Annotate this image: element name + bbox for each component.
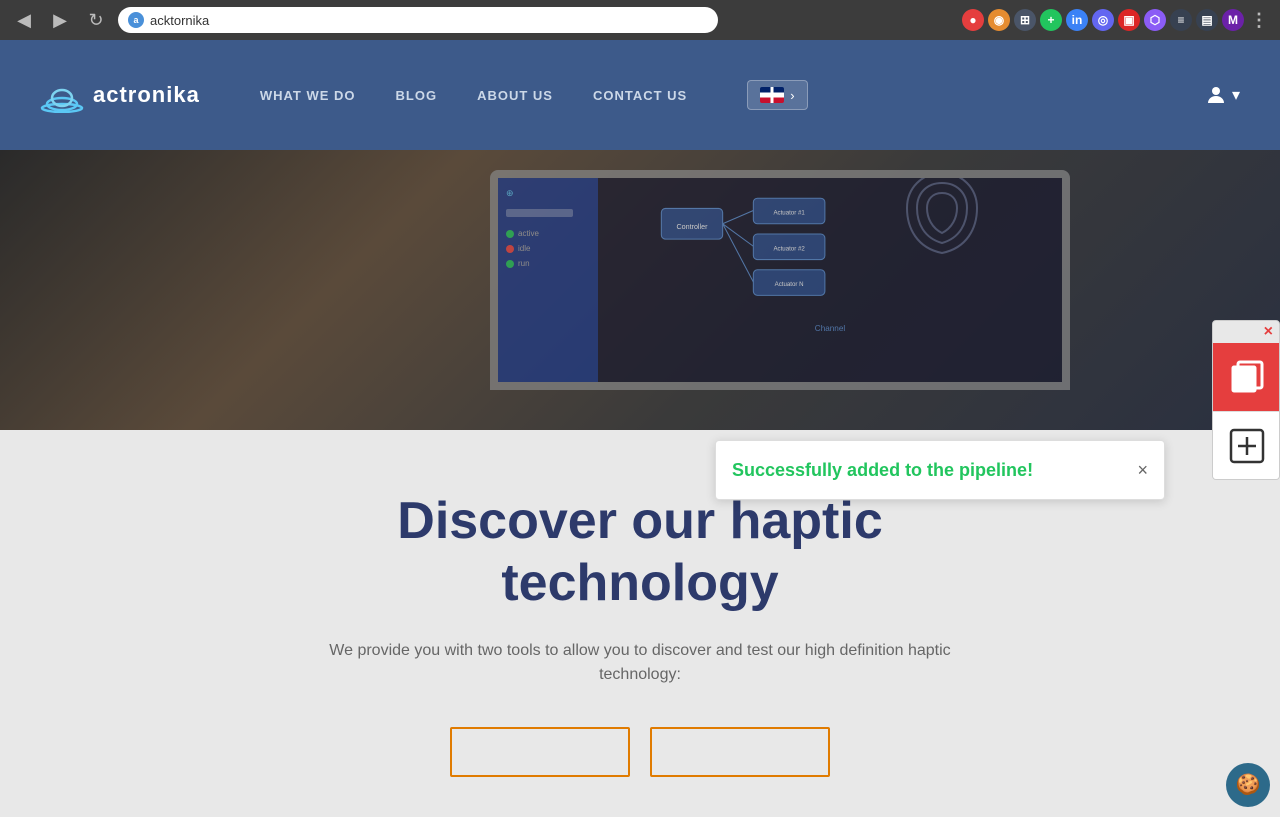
forward-button[interactable]: ▶ xyxy=(46,6,74,34)
user-chevron: ▾ xyxy=(1232,85,1240,105)
svg-text:Actuator #2: Actuator #2 xyxy=(773,245,805,252)
browser-chrome: ◀ ▶ ↻ a acktornika ● ◉ ⊞ + in ◎ ▣ ⬡ ≡ ▤ … xyxy=(0,0,1280,40)
url-text: acktornika xyxy=(150,13,209,28)
svg-text:Channel: Channel xyxy=(815,324,846,333)
ext-icon-red[interactable]: ● xyxy=(962,9,984,31)
laptop-screen: ⊕ active idle run Controller Actuator #1 xyxy=(490,170,1070,390)
cookie-icon: 🍪 xyxy=(1236,772,1261,797)
screen-sidebar: ⊕ active idle run xyxy=(498,178,598,382)
toast-close-button[interactable]: × xyxy=(1137,460,1148,481)
site-nav-links: WHAT WE DO BLOG ABOUT US CONTACT US › xyxy=(260,80,808,110)
toast-notification: Successfully added to the pipeline! × xyxy=(715,440,1165,500)
back-button[interactable]: ◀ xyxy=(10,6,38,34)
heading-line1: Discover our haptic xyxy=(397,492,882,550)
cta-button-2[interactable] xyxy=(650,727,830,777)
widget-close-bar: × xyxy=(1213,321,1279,343)
cookie-button[interactable]: 🍪 xyxy=(1226,763,1270,807)
favicon: a xyxy=(128,12,144,28)
content-section: Successfully added to the pipeline! × × xyxy=(0,430,1280,817)
svg-text:Actuator N: Actuator N xyxy=(775,281,804,288)
logo-text: actronika xyxy=(93,82,200,108)
ext-icon-violet[interactable]: ⬡ xyxy=(1144,9,1166,31)
laptop-mockup: ⊕ active idle run Controller Actuator #1 xyxy=(430,170,1130,430)
widget-close-button[interactable]: × xyxy=(1264,323,1273,341)
site-navbar: actronika WHAT WE DO BLOG ABOUT US CONTA… xyxy=(0,40,1280,150)
ext-icon-dark[interactable]: ⊞ xyxy=(1014,9,1036,31)
nav-contact-us[interactable]: CONTACT US xyxy=(593,88,687,103)
ext-icon-purple[interactable]: ◎ xyxy=(1092,9,1114,31)
svg-text:Actuator #1: Actuator #1 xyxy=(773,210,805,217)
svg-text:Controller: Controller xyxy=(677,223,709,231)
ext-icon-green[interactable]: + xyxy=(1040,9,1062,31)
refresh-button[interactable]: ↻ xyxy=(82,6,110,34)
main-heading: Discover our haptic technology xyxy=(40,490,1240,615)
cta-button-1[interactable] xyxy=(450,727,630,777)
nav-blog[interactable]: BLOG xyxy=(396,88,438,103)
ext-icon-linkedin[interactable]: in xyxy=(1066,9,1088,31)
ext-icon-red2[interactable]: ▣ xyxy=(1118,9,1140,31)
screen-content: Controller Actuator #1 Actuator #2 Actua… xyxy=(598,178,1062,382)
address-bar[interactable]: a acktornika xyxy=(118,7,718,33)
widget-icon-top[interactable] xyxy=(1213,343,1280,411)
ext-icon-user[interactable]: M xyxy=(1222,9,1244,31)
site-logo[interactable]: actronika xyxy=(40,78,200,113)
widget-copy-icon xyxy=(1228,358,1266,396)
toast-message: Successfully added to the pipeline! xyxy=(732,460,1033,481)
nav-about-us[interactable]: ABOUT US xyxy=(477,88,553,103)
floating-widget: × xyxy=(1212,320,1280,480)
fingerprint-overlay xyxy=(902,170,982,274)
ext-icon-orange[interactable]: ◉ xyxy=(988,9,1010,31)
cta-buttons xyxy=(40,727,1240,777)
flowchart: Controller Actuator #1 Actuator #2 Actua… xyxy=(608,188,1052,372)
sub-text: We provide you with two tools to allow y… xyxy=(290,639,990,687)
widget-icon-bottom[interactable] xyxy=(1213,411,1280,479)
language-selector[interactable]: › xyxy=(747,80,807,110)
ext-icon-sidebar[interactable]: ▤ xyxy=(1196,9,1218,31)
logo-icon xyxy=(40,78,85,113)
user-menu[interactable]: ▾ xyxy=(1204,83,1240,107)
heading-line2: technology xyxy=(501,554,778,612)
menu-dots[interactable]: ⋮ xyxy=(1248,9,1270,31)
widget-add-icon xyxy=(1228,427,1266,465)
site-content: actronika WHAT WE DO BLOG ABOUT US CONTA… xyxy=(0,40,1280,817)
ext-icon-gray[interactable]: ≡ xyxy=(1170,9,1192,31)
uk-flag xyxy=(760,87,784,103)
browser-icons-right: ● ◉ ⊞ + in ◎ ▣ ⬡ ≡ ▤ M ⋮ xyxy=(962,9,1270,31)
lang-chevron: › xyxy=(790,88,794,103)
user-icon xyxy=(1204,83,1228,107)
hero-section: ⊕ active idle run Controller Actuator #1 xyxy=(0,150,1280,430)
nav-what-we-do[interactable]: WHAT WE DO xyxy=(260,88,356,103)
